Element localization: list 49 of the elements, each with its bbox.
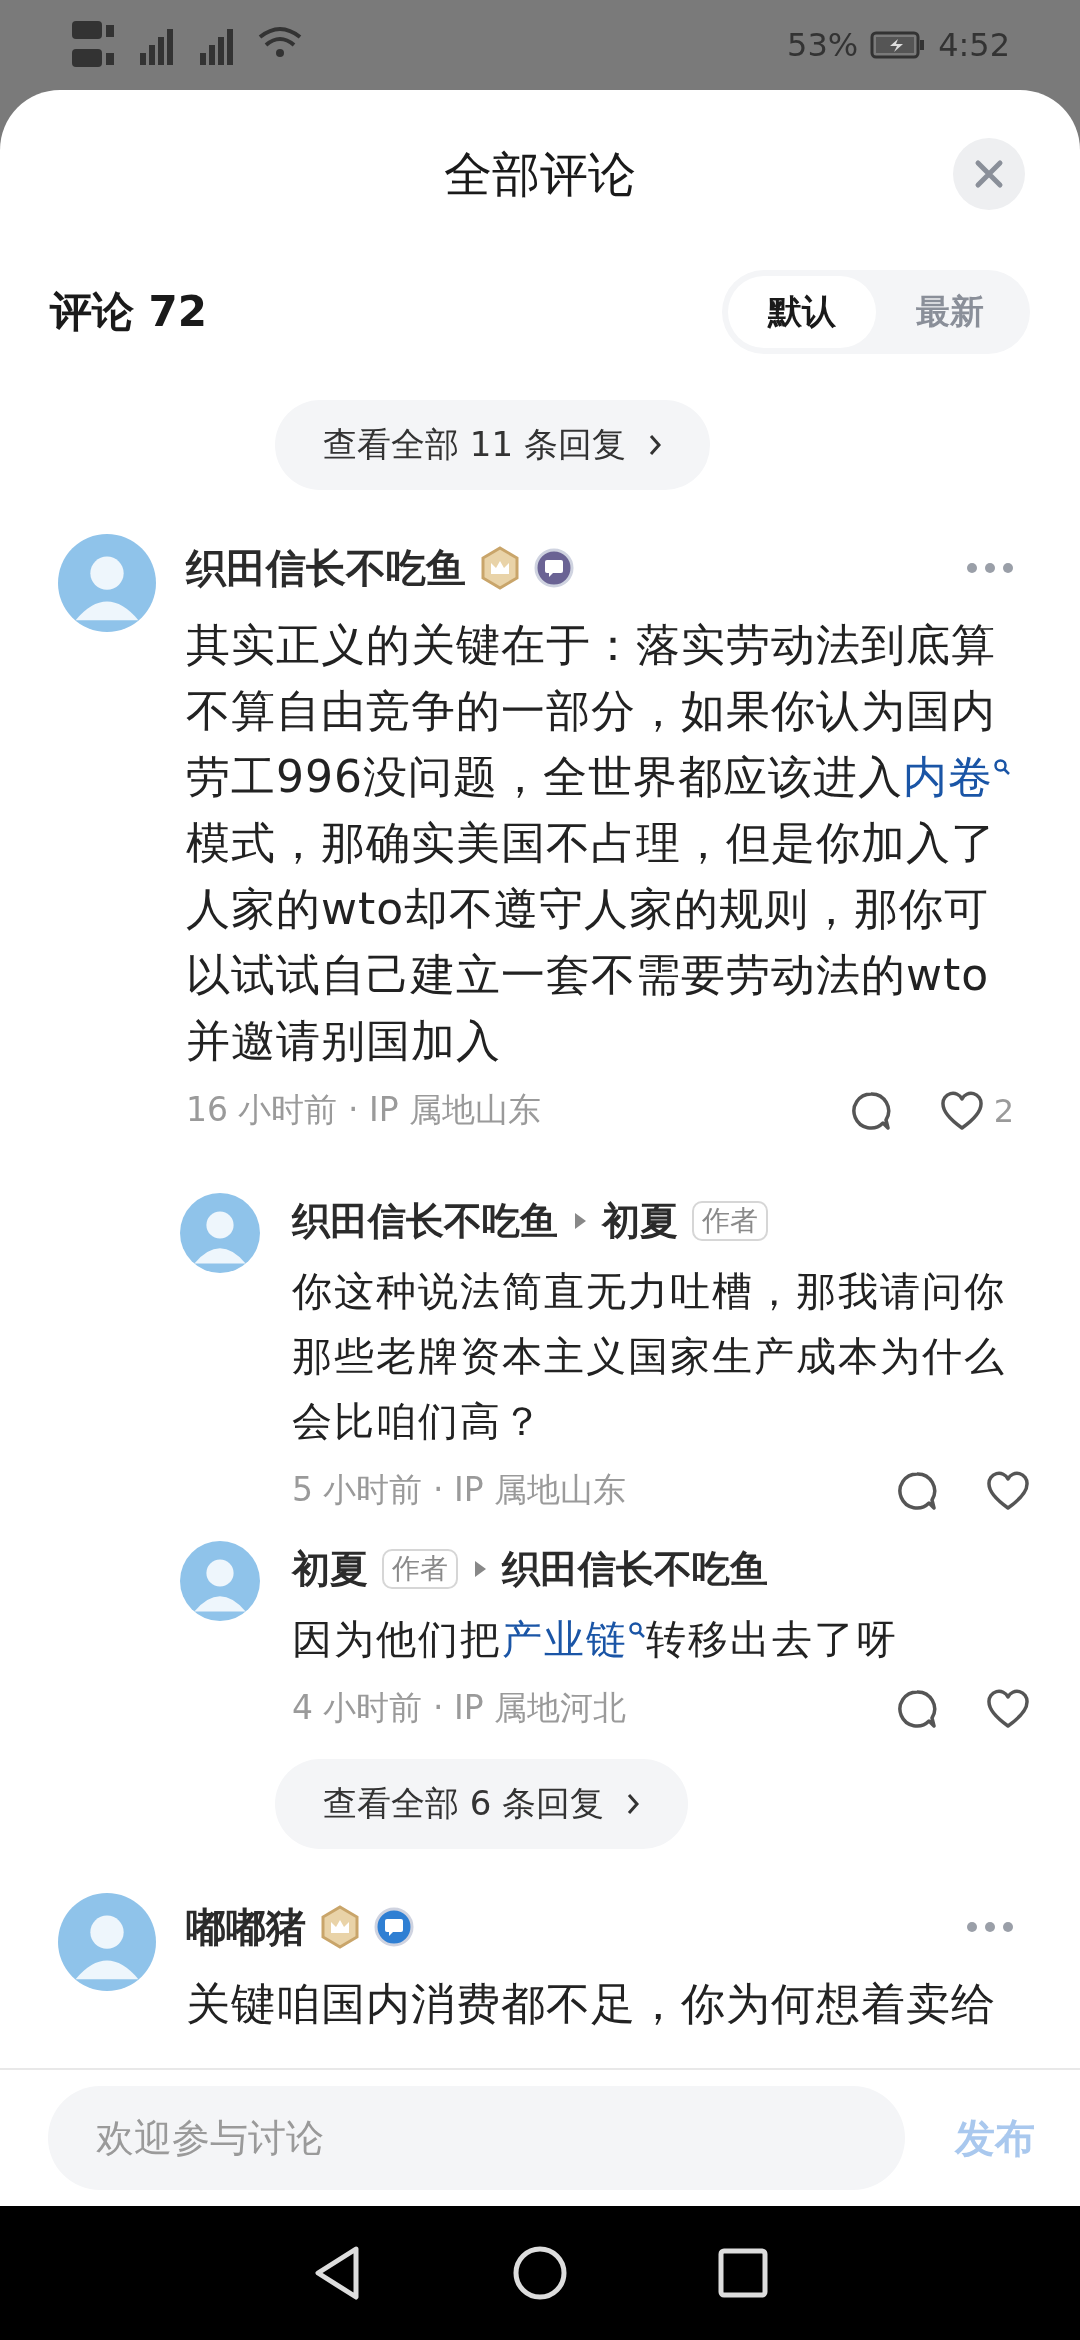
sort-tab[interactable]: 默认: [728, 276, 876, 348]
search-icon: [628, 1620, 646, 1639]
back-icon[interactable]: [312, 2245, 362, 2301]
user-name[interactable]: 织田信长不吃鱼: [292, 1195, 558, 1247]
view-replies-button[interactable]: 查看全部 11 条回复: [275, 400, 710, 490]
chat-badge-icon: [374, 1907, 414, 1947]
view-replies-button[interactable]: 查看全部 6 条回复: [275, 1759, 689, 1849]
heart-icon[interactable]: [986, 1470, 1030, 1511]
comment-icon[interactable]: [896, 1469, 938, 1512]
comment-text: 其实正义的关键在于：落实劳动法到底算不算自由竞争的一部分，如果你认为国内劳工996没问题，全世界都应该进入内卷 模式，那确实美国不占理，但是你加入了人家的wto却不遵守人家的规则，那你可以试试自己建立一套不需要劳动法的wto并邀请别国加入: [186, 612, 1014, 1074]
keyword-link[interactable]: 内卷: [903, 751, 1011, 802]
crown-badge-icon: [480, 546, 520, 590]
home-icon[interactable]: [512, 2245, 568, 2301]
chevron-icon: [626, 1792, 641, 1816]
battery-percent: 53%: [787, 26, 859, 64]
comment-meta: 4 小时前 · IP 属地河北: [292, 1687, 627, 1729]
reply-arrow-icon: [572, 1211, 588, 1231]
like-count: 2: [993, 1091, 1014, 1130]
search-icon: [993, 758, 1011, 777]
crown-badge-icon: [320, 1905, 360, 1949]
user-name[interactable]: 初夏: [292, 1543, 368, 1595]
sheet-title: 全部评论: [444, 145, 636, 204]
author-tag: 作者: [692, 1201, 768, 1241]
user-name[interactable]: 初夏: [602, 1195, 678, 1247]
reply-text: 因为他们把产业链 转移出去了呀: [292, 1615, 899, 1664]
user-name[interactable]: 织田信长不吃鱼: [502, 1543, 768, 1595]
comment-icon[interactable]: [896, 1687, 938, 1730]
chevron-icon: [647, 433, 662, 457]
comment-icon[interactable]: [849, 1089, 892, 1132]
comment-meta: 16 小时前 · IP 属地山东: [186, 1089, 542, 1131]
keyword-link[interactable]: 产业链: [502, 1616, 646, 1662]
comment-meta: 5 小时前 · IP 属地山东: [292, 1469, 627, 1511]
close-icon: [974, 159, 1004, 189]
user-name[interactable]: 织田信长不吃鱼: [186, 540, 466, 596]
reply-arrow-icon: [472, 1559, 488, 1579]
clock: 4:52: [938, 26, 1010, 64]
more-icon[interactable]: [966, 1921, 1014, 1933]
author-tag: 作者: [382, 1549, 458, 1589]
user-name[interactable]: 嘟嘟猪: [186, 1899, 306, 1955]
reply-text: 你这种说法简直无力吐槽，那我请问你那些老牌资本主义国家生产成本为什么会比咱们高？: [292, 1267, 1007, 1446]
comment-count: 评论 72: [50, 286, 208, 338]
chat-badge-icon: [534, 548, 574, 588]
heart-icon[interactable]: [939, 1090, 984, 1131]
comment-text: 关键咱国内消费都不足，你为何想着卖给: [186, 1977, 997, 2031]
more-icon[interactable]: [966, 562, 1014, 574]
recents-icon[interactable]: [718, 2248, 768, 2298]
heart-icon[interactable]: [986, 1688, 1030, 1729]
comment-input[interactable]: 欢迎参与讨论: [48, 2086, 905, 2190]
battery-icon: [870, 31, 927, 59]
